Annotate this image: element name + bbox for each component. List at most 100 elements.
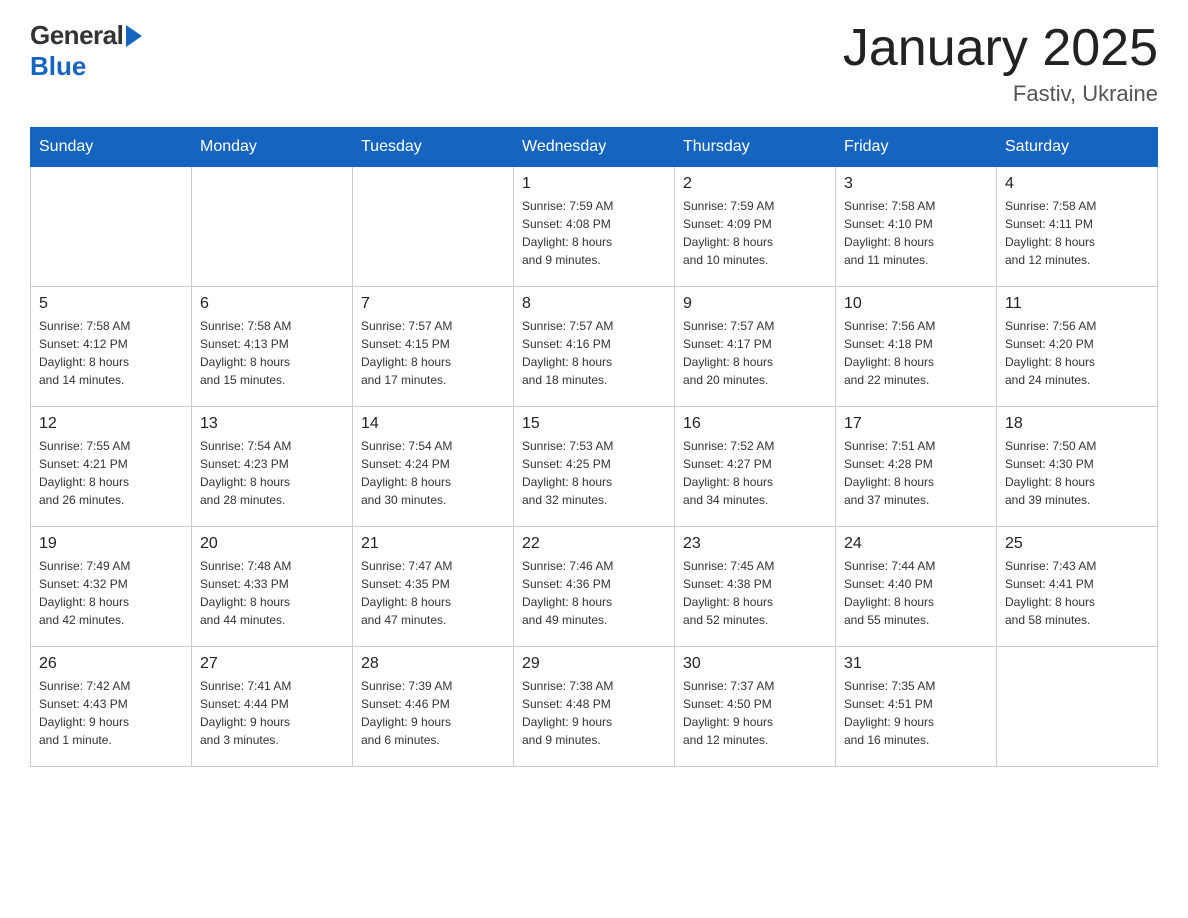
weekday-header-thursday: Thursday xyxy=(675,128,836,167)
day-info: Sunrise: 7:48 AM Sunset: 4:33 PM Dayligh… xyxy=(200,557,344,629)
day-number: 8 xyxy=(522,295,666,313)
calendar-cell: 30 Sunrise: 7:37 AM Sunset: 4:50 PM Dayli… xyxy=(675,647,836,767)
calendar-cell: 31Sunrise: 7:35 AM Sunset: 4:51 PM Dayli… xyxy=(836,647,997,767)
day-info: Sunrise: 7:39 AM Sunset: 4:46 PM Dayligh… xyxy=(361,677,505,749)
day-number: 7 xyxy=(361,295,505,313)
day-number: 17 xyxy=(844,415,988,433)
day-info: Sunrise: 7:35 AM Sunset: 4:51 PM Dayligh… xyxy=(844,677,988,749)
calendar-cell: 3Sunrise: 7:58 AM Sunset: 4:10 PM Daylig… xyxy=(836,167,997,287)
day-number: 6 xyxy=(200,295,344,313)
calendar-cell: 17Sunrise: 7:51 AM Sunset: 4:28 PM Dayli… xyxy=(836,407,997,527)
day-info: Sunrise: 7:43 AM Sunset: 4:41 PM Dayligh… xyxy=(1005,557,1149,629)
week-row-5: 26 Sunrise: 7:42 AM Sunset: 4:43 PM Dayli… xyxy=(31,647,1158,767)
calendar-cell: 13 Sunrise: 7:54 AM Sunset: 4:23 PM Dayli… xyxy=(192,407,353,527)
calendar-cell: 8 Sunrise: 7:57 AM Sunset: 4:16 PM Daylig… xyxy=(514,287,675,407)
calendar-cell: 12 Sunrise: 7:55 AM Sunset: 4:21 PM Dayli… xyxy=(31,407,192,527)
day-info: Sunrise: 7:42 AM Sunset: 4:43 PM Dayligh… xyxy=(39,677,183,749)
weekday-header-wednesday: Wednesday xyxy=(514,128,675,167)
day-number: 27 xyxy=(200,655,344,673)
day-number: 20 xyxy=(200,535,344,553)
day-number: 26 xyxy=(39,655,183,673)
day-number: 15 xyxy=(522,415,666,433)
day-number: 14 xyxy=(361,415,505,433)
day-info: Sunrise: 7:57 AM Sunset: 4:16 PM Dayligh… xyxy=(522,317,666,389)
weekday-header-monday: Monday xyxy=(192,128,353,167)
calendar-cell xyxy=(192,167,353,287)
calendar-cell: 22 Sunrise: 7:46 AM Sunset: 4:36 PM Dayli… xyxy=(514,527,675,647)
day-number: 19 xyxy=(39,535,183,553)
calendar-cell: 18Sunrise: 7:50 AM Sunset: 4:30 PM Dayli… xyxy=(997,407,1158,527)
day-info: Sunrise: 7:55 AM Sunset: 4:21 PM Dayligh… xyxy=(39,437,183,509)
weekday-header-saturday: Saturday xyxy=(997,128,1158,167)
day-number: 9 xyxy=(683,295,827,313)
day-info: Sunrise: 7:57 AM Sunset: 4:15 PM Dayligh… xyxy=(361,317,505,389)
day-info: Sunrise: 7:54 AM Sunset: 4:23 PM Dayligh… xyxy=(200,437,344,509)
day-number: 16 xyxy=(683,415,827,433)
calendar-cell: 27 Sunrise: 7:41 AM Sunset: 4:44 PM Dayli… xyxy=(192,647,353,767)
day-number: 10 xyxy=(844,295,988,313)
day-info: Sunrise: 7:58 AM Sunset: 4:13 PM Dayligh… xyxy=(200,317,344,389)
day-info: Sunrise: 7:56 AM Sunset: 4:18 PM Dayligh… xyxy=(844,317,988,389)
day-info: Sunrise: 7:47 AM Sunset: 4:35 PM Dayligh… xyxy=(361,557,505,629)
calendar-cell xyxy=(31,167,192,287)
day-number: 30 xyxy=(683,655,827,673)
logo-arrow-icon xyxy=(126,25,142,47)
day-number: 28 xyxy=(361,655,505,673)
calendar-cell: 14 Sunrise: 7:54 AM Sunset: 4:24 PM Dayli… xyxy=(353,407,514,527)
day-info: Sunrise: 7:38 AM Sunset: 4:48 PM Dayligh… xyxy=(522,677,666,749)
calendar-cell: 28 Sunrise: 7:39 AM Sunset: 4:46 PM Dayli… xyxy=(353,647,514,767)
day-number: 25 xyxy=(1005,535,1149,553)
calendar-table: SundayMondayTuesdayWednesdayThursdayFrid… xyxy=(30,127,1158,767)
calendar-cell: 4 Sunrise: 7:58 AM Sunset: 4:11 PM Daylig… xyxy=(997,167,1158,287)
day-info: Sunrise: 7:49 AM Sunset: 4:32 PM Dayligh… xyxy=(39,557,183,629)
weekday-header-row: SundayMondayTuesdayWednesdayThursdayFrid… xyxy=(31,128,1158,167)
calendar-cell: 6 Sunrise: 7:58 AM Sunset: 4:13 PM Daylig… xyxy=(192,287,353,407)
day-number: 13 xyxy=(200,415,344,433)
week-row-2: 5 Sunrise: 7:58 AM Sunset: 4:12 PM Daylig… xyxy=(31,287,1158,407)
day-info: Sunrise: 7:41 AM Sunset: 4:44 PM Dayligh… xyxy=(200,677,344,749)
day-number: 21 xyxy=(361,535,505,553)
calendar-cell: 1Sunrise: 7:59 AM Sunset: 4:08 PM Daylig… xyxy=(514,167,675,287)
day-info: Sunrise: 7:57 AM Sunset: 4:17 PM Dayligh… xyxy=(683,317,827,389)
calendar-cell: 23Sunrise: 7:45 AM Sunset: 4:38 PM Dayli… xyxy=(675,527,836,647)
calendar-cell: 5 Sunrise: 7:58 AM Sunset: 4:12 PM Daylig… xyxy=(31,287,192,407)
calendar-cell: 24 Sunrise: 7:44 AM Sunset: 4:40 PM Dayli… xyxy=(836,527,997,647)
calendar-cell xyxy=(353,167,514,287)
calendar-cell: 2 Sunrise: 7:59 AM Sunset: 4:09 PM Daylig… xyxy=(675,167,836,287)
day-info: Sunrise: 7:59 AM Sunset: 4:08 PM Dayligh… xyxy=(522,197,666,269)
calendar-cell: 9 Sunrise: 7:57 AM Sunset: 4:17 PM Daylig… xyxy=(675,287,836,407)
calendar-cell: 11 Sunrise: 7:56 AM Sunset: 4:20 PM Dayli… xyxy=(997,287,1158,407)
day-number: 24 xyxy=(844,535,988,553)
logo: General Blue xyxy=(30,20,142,82)
day-number: 11 xyxy=(1005,295,1149,313)
day-info: Sunrise: 7:44 AM Sunset: 4:40 PM Dayligh… xyxy=(844,557,988,629)
day-number: 5 xyxy=(39,295,183,313)
day-info: Sunrise: 7:46 AM Sunset: 4:36 PM Dayligh… xyxy=(522,557,666,629)
calendar-cell: 29 Sunrise: 7:38 AM Sunset: 4:48 PM Dayli… xyxy=(514,647,675,767)
day-info: Sunrise: 7:54 AM Sunset: 4:24 PM Dayligh… xyxy=(361,437,505,509)
calendar-cell: 21 Sunrise: 7:47 AM Sunset: 4:35 PM Dayli… xyxy=(353,527,514,647)
day-number: 22 xyxy=(522,535,666,553)
calendar-title: January 2025 xyxy=(843,20,1158,77)
day-info: Sunrise: 7:45 AM Sunset: 4:38 PM Dayligh… xyxy=(683,557,827,629)
week-row-3: 12 Sunrise: 7:55 AM Sunset: 4:21 PM Dayli… xyxy=(31,407,1158,527)
day-info: Sunrise: 7:52 AM Sunset: 4:27 PM Dayligh… xyxy=(683,437,827,509)
calendar-title-block: January 2025 Fastiv, Ukraine xyxy=(843,20,1158,107)
day-info: Sunrise: 7:37 AM Sunset: 4:50 PM Dayligh… xyxy=(683,677,827,749)
day-info: Sunrise: 7:58 AM Sunset: 4:12 PM Dayligh… xyxy=(39,317,183,389)
day-number: 2 xyxy=(683,175,827,193)
day-info: Sunrise: 7:58 AM Sunset: 4:11 PM Dayligh… xyxy=(1005,197,1149,269)
day-number: 12 xyxy=(39,415,183,433)
week-row-1: 1Sunrise: 7:59 AM Sunset: 4:08 PM Daylig… xyxy=(31,167,1158,287)
day-info: Sunrise: 7:56 AM Sunset: 4:20 PM Dayligh… xyxy=(1005,317,1149,389)
day-number: 29 xyxy=(522,655,666,673)
calendar-cell: 7 Sunrise: 7:57 AM Sunset: 4:15 PM Daylig… xyxy=(353,287,514,407)
day-number: 3 xyxy=(844,175,988,193)
day-number: 4 xyxy=(1005,175,1149,193)
calendar-cell xyxy=(997,647,1158,767)
calendar-cell: 19 Sunrise: 7:49 AM Sunset: 4:32 PM Dayli… xyxy=(31,527,192,647)
calendar-cell: 26 Sunrise: 7:42 AM Sunset: 4:43 PM Dayli… xyxy=(31,647,192,767)
weekday-header-sunday: Sunday xyxy=(31,128,192,167)
day-info: Sunrise: 7:59 AM Sunset: 4:09 PM Dayligh… xyxy=(683,197,827,269)
day-number: 18 xyxy=(1005,415,1149,433)
